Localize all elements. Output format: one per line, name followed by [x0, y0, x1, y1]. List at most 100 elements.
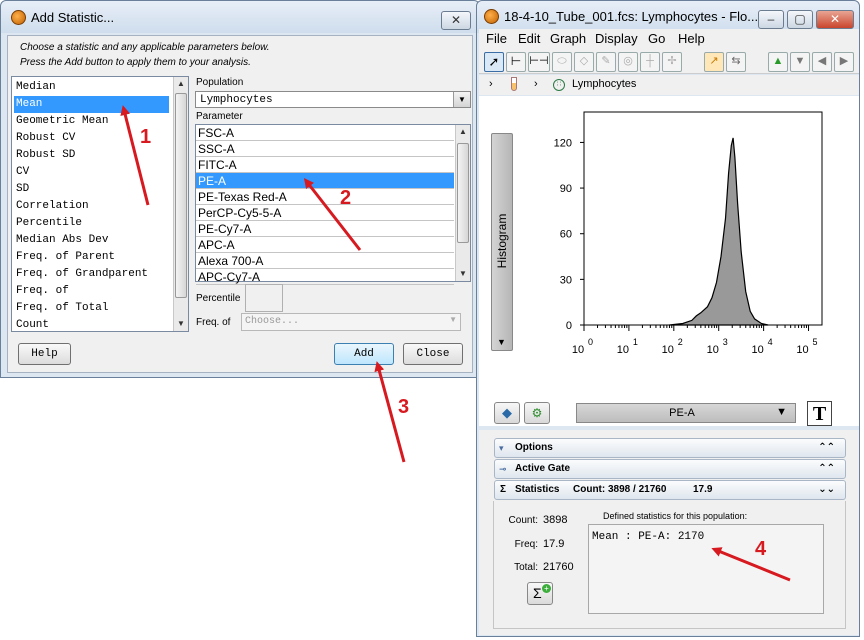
x-tick-label: 10 [662, 344, 674, 356]
statistic-list-item[interactable]: Median Abs Dev [16, 232, 108, 249]
statistic-list-scrollbar[interactable]: ▲ ▼ [173, 77, 188, 331]
parameter-list-item[interactable]: SSC-A [196, 141, 454, 157]
parameter-list-item[interactable]: FSC-A [196, 125, 454, 141]
parameter-list-item[interactable]: PE-Texas Red-A [196, 189, 454, 205]
parameter-list-item[interactable]: PE-A [196, 173, 454, 189]
polygon-gate-icon[interactable]: ◇ [574, 52, 594, 72]
statistic-list-item[interactable]: Mean [14, 96, 169, 113]
options-section-header[interactable]: ▾ Options ⌃⌃ [494, 438, 846, 458]
graph-options-icon[interactable]: ⚙ [524, 402, 550, 424]
export-icon[interactable]: ↗ [704, 52, 724, 72]
up-arrow-icon[interactable]: ▲ [768, 52, 788, 72]
window-close-button[interactable]: ✕ [816, 10, 854, 29]
double-chevron-down-icon[interactable]: ⌄⌄ [818, 481, 835, 499]
menu-help[interactable]: Help [678, 31, 705, 46]
statistic-list-item[interactable]: Median [16, 79, 56, 96]
statistic-list-item[interactable]: Count [16, 317, 49, 334]
percentile-input[interactable] [245, 284, 283, 312]
statistic-list-item[interactable]: Freq. of Grandparent [16, 266, 148, 283]
chevron-right-icon[interactable]: › [534, 78, 538, 90]
pointer-tool-icon[interactable]: ➚ [484, 52, 504, 72]
bisector-gate-icon[interactable]: ⊢⊣ [528, 52, 550, 72]
scroll-down-arrow-icon[interactable]: ▼ [174, 317, 188, 331]
add-statistic-button[interactable]: Σ + [527, 582, 553, 605]
statistic-list-item[interactable]: CV [16, 164, 29, 181]
parameter-list-item[interactable]: FITC-A [196, 157, 454, 173]
breadcrumb: › › ∷ Lymphocytes [479, 75, 859, 95]
dialog-close-button[interactable]: ✕ [441, 11, 471, 30]
statistic-list-item[interactable]: Freq. of Parent [16, 249, 115, 266]
statistic-list-item[interactable]: Percentile [16, 215, 82, 232]
spider-quad-icon[interactable]: ✢ [662, 52, 682, 72]
double-chevron-up-icon[interactable]: ⌃⌃ [818, 460, 835, 478]
close-button[interactable]: Close [403, 343, 463, 365]
quadrant-gate-icon[interactable]: ┼ [640, 52, 660, 72]
scroll-down-arrow-icon[interactable]: ▼ [456, 267, 470, 281]
y-tick-label: 30 [560, 274, 572, 286]
parameter-list-scrollbar[interactable]: ▲ ▼ [455, 125, 470, 281]
active-gate-section-header[interactable]: ⊸ Active Gate ⌃⌃ [494, 459, 846, 479]
count-label: Count: [508, 515, 538, 526]
ellipse-gate-icon[interactable]: ⬭ [552, 52, 572, 72]
histogram-chart: 0306090120100101102103104105 [554, 111, 823, 356]
triangle-down-icon[interactable]: ▼ [497, 337, 506, 347]
freehand-gate-icon[interactable]: ✎ [596, 52, 616, 72]
freq-label: Freq: [514, 539, 538, 550]
range-gate-icon[interactable]: ⊢ [506, 52, 526, 72]
breadcrumb-population[interactable]: Lymphocytes [572, 78, 636, 90]
spider-gate-icon[interactable]: ◎ [618, 52, 638, 72]
statistic-list-item[interactable]: Freq. of Total [16, 300, 108, 317]
side-tab-label: Histogram [495, 213, 509, 269]
statistic-list-item[interactable]: Freq. of [16, 283, 69, 300]
statistic-list-item[interactable]: Correlation [16, 198, 89, 215]
text-annotation-button[interactable]: T [807, 401, 832, 426]
scroll-thumb[interactable] [175, 93, 187, 298]
chevron-right-icon[interactable]: › [489, 78, 493, 90]
left-arrow-icon[interactable]: ◀ [812, 52, 832, 72]
statistic-list[interactable]: ▲ ▼ Median Mean Geometric Mean Robust CV Rob… [11, 76, 189, 332]
forward-icon[interactable]: ⇆ [726, 52, 746, 72]
percentile-label: Percentile [196, 293, 241, 304]
menu-file[interactable]: File [486, 31, 507, 46]
layout-editor-icon[interactable]: ◆ [494, 402, 520, 424]
menu-display[interactable]: Display [595, 31, 638, 46]
histogram-side-tab[interactable]: Histogram ▼ [491, 133, 513, 351]
chevron-down-icon[interactable]: ▼ [453, 92, 470, 107]
add-statistic-dialog: Add Statistic... ✕ Choose a statistic an… [0, 0, 480, 378]
parameter-list-item[interactable]: PE-Cy7-A [196, 221, 454, 237]
menu-edit[interactable]: Edit [518, 31, 540, 46]
statistic-list-item[interactable]: Geometric Mean [16, 113, 108, 130]
double-chevron-up-icon[interactable]: ⌃⌃ [818, 439, 835, 457]
freq-of-select[interactable]: Choose... ▼ [241, 313, 461, 331]
right-arrow-icon[interactable]: ▶ [834, 52, 854, 72]
y-tick-label: 0 [566, 320, 572, 332]
parameter-list-item[interactable]: Alexa 700-A [196, 253, 454, 269]
statistic-list-item[interactable]: SD [16, 181, 29, 198]
population-select[interactable]: Lymphocytes ▼ [195, 91, 471, 108]
menu-bar: File Edit Graph Display Go Help [479, 29, 859, 49]
statistics-section-header[interactable]: Σ Statistics Count: 3898 / 21760 17.9 ⌄⌄ [494, 480, 846, 500]
maximize-button[interactable]: ▢ [787, 10, 813, 29]
minimize-button[interactable]: – [758, 10, 784, 29]
chevron-down-icon[interactable]: ▼ [776, 406, 787, 418]
down-arrow-icon[interactable]: ▼ [790, 52, 810, 72]
scroll-up-arrow-icon[interactable]: ▲ [174, 77, 188, 91]
statistic-list-item[interactable]: Robust CV [16, 130, 75, 147]
parameter-list-item[interactable]: APC-A [196, 237, 454, 253]
parameter-list-item[interactable]: PerCP-Cy5-5-A [196, 205, 454, 221]
parameter-label: Parameter [196, 111, 243, 122]
parameter-select[interactable]: PE-A ▼ [576, 403, 796, 423]
x-tick-exponent: 4 [768, 337, 773, 347]
add-button[interactable]: Add [334, 343, 394, 365]
defined-statistic-entry[interactable]: Mean : PE-A: 2170 [592, 531, 704, 543]
parameter-list[interactable]: ▲ ▼ FSC-A SSC-A FITC-A PE-A PE-Texas Red-A Pe… [195, 124, 471, 285]
help-button[interactable]: Help [18, 343, 71, 365]
menu-graph[interactable]: Graph [550, 31, 586, 46]
chevron-down-icon[interactable]: ▼ [449, 315, 457, 324]
menu-go[interactable]: Go [648, 31, 665, 46]
scroll-thumb[interactable] [457, 143, 469, 243]
tube-icon[interactable] [511, 77, 517, 91]
scroll-up-arrow-icon[interactable]: ▲ [456, 125, 470, 139]
statistic-list-item[interactable]: Robust SD [16, 147, 75, 164]
parameter-list-item[interactable]: APC-Cy7-A [196, 269, 454, 285]
